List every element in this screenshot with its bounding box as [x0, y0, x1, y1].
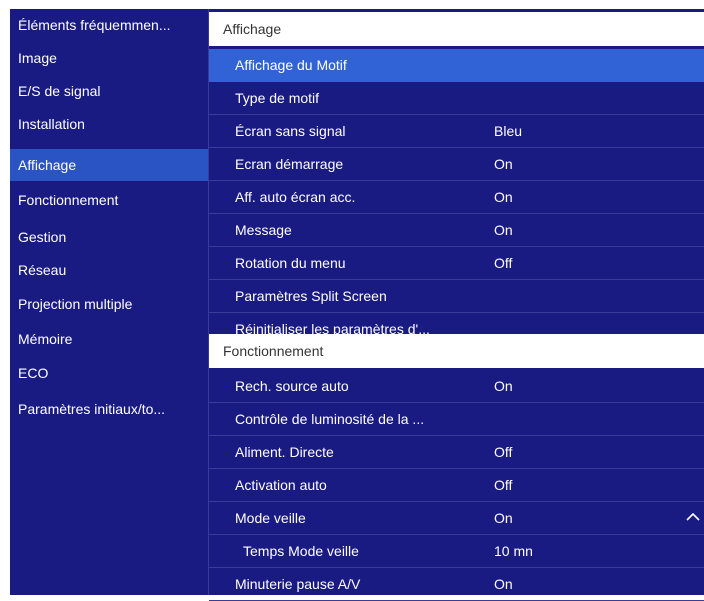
sidebar-item-management[interactable]: Gestion	[10, 221, 208, 253]
sidebar-item-multi-projection[interactable]: Projection multiple	[10, 288, 208, 320]
row-pattern-type[interactable]: Type de motif	[209, 82, 704, 115]
row-label: Aliment. Directe	[235, 444, 334, 460]
row-sleep-mode-time[interactable]: Temps Mode veille 10 mn	[209, 535, 704, 568]
sidebar-item-display[interactable]: Affichage	[10, 149, 208, 181]
row-value: On	[494, 510, 513, 526]
row-label: Mode veille	[235, 510, 306, 526]
row-value: Bleu	[494, 123, 523, 139]
row-message[interactable]: Message On	[209, 214, 704, 247]
row-auto-power-on[interactable]: Activation auto Off	[209, 469, 704, 502]
row-label: Message	[235, 222, 292, 238]
section-header-operation: Fonctionnement	[209, 334, 704, 368]
sidebar-item-operation[interactable]: Fonctionnement	[10, 184, 208, 216]
row-startup-screen[interactable]: Ecran démarrage On	[209, 148, 704, 181]
row-label: Écran sans signal	[235, 123, 346, 139]
sidebar-item-signal-io[interactable]: E/S de signal	[10, 75, 208, 107]
row-auto-home-screen[interactable]: Aff. auto écran acc. On	[209, 181, 704, 214]
row-value: Off	[494, 444, 513, 460]
chevron-up-icon[interactable]	[684, 508, 702, 526]
sidebar-item-installation[interactable]: Installation	[10, 108, 208, 140]
row-no-signal-screen[interactable]: Écran sans signal Bleu	[209, 115, 704, 148]
projector-menu: Éléments fréquemmen... Image E/S de sign…	[10, 9, 704, 601]
row-label: Ecran démarrage	[235, 156, 344, 172]
row-pattern-display[interactable]: Affichage du Motif	[209, 49, 704, 82]
sidebar-item-eco[interactable]: ECO	[10, 357, 208, 389]
row-label: Contrôle de luminosité de la ...	[235, 411, 425, 427]
row-value: 10 mn	[494, 543, 533, 559]
row-label: Rech. source auto	[235, 378, 349, 394]
row-label: Activation auto	[235, 477, 327, 493]
row-value: Off	[494, 477, 513, 493]
row-menu-rotation[interactable]: Rotation du menu Off	[209, 247, 704, 280]
sidebar-menu: Éléments fréquemmen... Image E/S de sign…	[10, 9, 208, 595]
row-brightness-control[interactable]: Contrôle de luminosité de la ...	[209, 403, 704, 436]
row-direct-power[interactable]: Aliment. Directe Off	[209, 436, 704, 469]
row-av-mute-timer[interactable]: Minuterie pause A/V On	[209, 568, 704, 601]
row-split-screen-settings[interactable]: Paramètres Split Screen	[209, 280, 704, 313]
sidebar-item-frequent-items[interactable]: Éléments fréquemmen...	[10, 9, 208, 41]
row-value: Off	[494, 255, 513, 271]
row-value: On	[494, 222, 513, 238]
row-label: Paramètres Split Screen	[235, 288, 387, 304]
row-value: On	[494, 189, 513, 205]
row-label: Type de motif	[235, 90, 320, 106]
row-label: Affichage du Motif	[235, 57, 347, 73]
row-label: Minuterie pause A/V	[235, 576, 361, 592]
row-auto-source-search[interactable]: Rech. source auto On	[209, 370, 704, 403]
row-sleep-mode[interactable]: Mode veille On	[209, 502, 704, 535]
sidebar-item-image[interactable]: Image	[10, 42, 208, 74]
sidebar-item-memory[interactable]: Mémoire	[10, 323, 208, 355]
row-value: On	[494, 378, 513, 394]
sidebar-item-initial-settings[interactable]: Paramètres initiaux/to...	[10, 393, 208, 425]
row-label: Aff. auto écran acc.	[235, 189, 356, 205]
settings-panel: Affichage Affichage du Motif Type de mot…	[209, 9, 704, 601]
row-label: Rotation du menu	[235, 255, 346, 271]
row-value: On	[494, 156, 513, 172]
row-label: Temps Mode veille	[243, 543, 359, 559]
section-header-display: Affichage	[209, 12, 704, 46]
row-value: On	[494, 576, 513, 592]
sidebar-item-network[interactable]: Réseau	[10, 254, 208, 286]
